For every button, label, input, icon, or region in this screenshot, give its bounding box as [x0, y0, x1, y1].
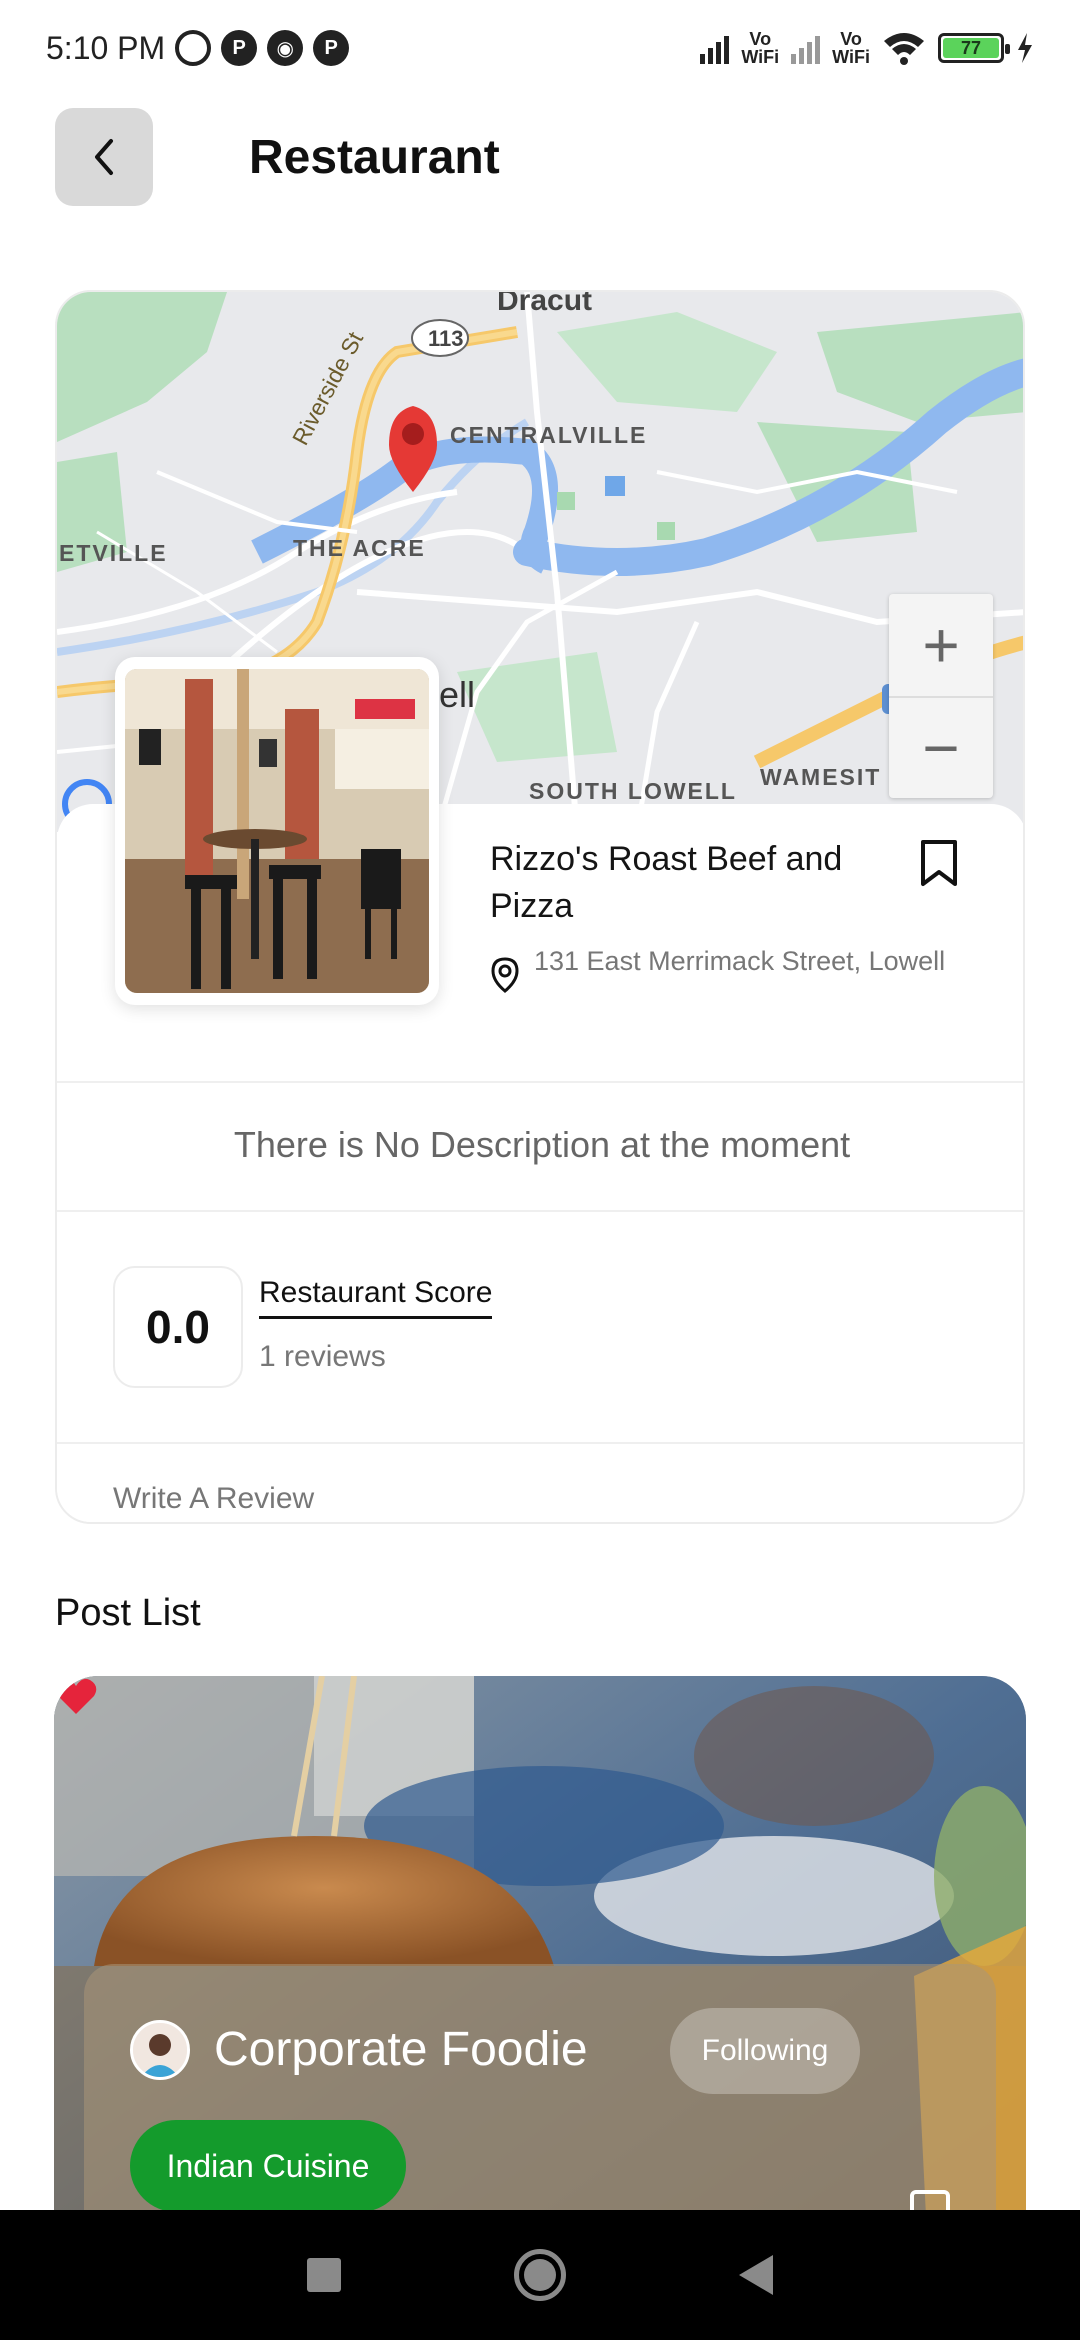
divider — [57, 1081, 1023, 1083]
recents-button[interactable] — [306, 2258, 341, 2292]
back-button[interactable] — [55, 108, 153, 206]
app-header: Restaurant — [55, 108, 500, 206]
home-button[interactable] — [513, 2249, 566, 2301]
battery-level: 77 — [943, 38, 999, 58]
map-zoom-control: + − — [889, 594, 993, 798]
restaurant-description: There is No Description at the moment — [233, 1124, 851, 1165]
following-button[interactable]: Following — [670, 2008, 860, 2094]
page-title: Restaurant — [249, 130, 500, 184]
map-label-wamesit: WAMESIT — [760, 764, 882, 790]
signal-icon — [700, 32, 730, 64]
app-notification-icon: P — [313, 30, 350, 66]
vowifi-icon: Vo WiFi — [741, 29, 780, 67]
post-author-name[interactable]: Corporate Foodie — [214, 2022, 588, 2077]
status-bar: 5:10 PM P ◉ P Vo WiFi Vo WiFi 77 — [0, 0, 1080, 96]
zoom-in-button[interactable]: + — [889, 594, 993, 696]
heart-icon[interactable] — [54, 1676, 98, 1716]
restaurant-card: Dracut 113 CENTRALVILLE Riverside St THE… — [55, 290, 1025, 1524]
reviews-count: 1 reviews — [259, 1340, 386, 1373]
back-nav-button[interactable] — [739, 2255, 774, 2295]
restaurant-photo-frame — [115, 657, 439, 1005]
map-label-etville: ETVILLE — [59, 540, 168, 566]
write-review-button[interactable]: Write A Review — [113, 1482, 314, 1516]
address-text: 131 East Merrimack Street, Lowell — [534, 946, 946, 976]
vowifi-icon: Vo WiFi — [832, 29, 870, 67]
divider — [57, 1442, 1023, 1444]
avatar[interactable] — [130, 2020, 190, 2080]
alarm-icon — [175, 30, 212, 66]
signal-icon — [791, 32, 821, 64]
restaurant-address: 131 East Merrimack Street, Lowell — [490, 942, 950, 994]
restaurant-name: Rizzo's Roast Beef and Pizza — [490, 840, 843, 925]
divider — [57, 1210, 1023, 1212]
post-list-title: Post List — [55, 1592, 201, 1634]
map-label-ell: ell — [439, 674, 476, 715]
map-label-dracut: Dracut — [497, 290, 593, 317]
app-notification-icon: ◉ — [267, 30, 304, 66]
zoom-out-button[interactable]: − — [889, 696, 993, 798]
location-pin-icon — [491, 957, 519, 993]
status-time: 5:10 PM — [46, 29, 166, 66]
map-label-south-lowell: SOUTH LOWELL — [529, 778, 737, 804]
charging-icon — [1018, 33, 1032, 63]
map-label-centralville: CENTRALVILLE — [450, 422, 648, 448]
bookmark-icon[interactable] — [919, 838, 959, 888]
restaurant-score-link[interactable]: Restaurant Score — [259, 1276, 493, 1319]
cuisine-tag[interactable]: Indian Cuisine — [130, 2120, 406, 2212]
wifi-icon — [884, 33, 924, 65]
status-right: Vo WiFi Vo WiFi 77 — [700, 30, 1034, 66]
chevron-left-icon — [95, 139, 113, 175]
app-notification-icon: P — [221, 30, 258, 66]
system-nav-bar — [0, 2210, 1080, 2340]
restaurant-photo — [125, 669, 429, 993]
status-left: 5:10 PM P ◉ P — [46, 29, 350, 67]
battery-icon: 77 — [938, 33, 1010, 63]
map-label-the-acre: THE ACRE — [293, 535, 426, 561]
map-label-route: 113 — [428, 326, 464, 351]
restaurant-score-value: 0.0 — [113, 1266, 243, 1388]
